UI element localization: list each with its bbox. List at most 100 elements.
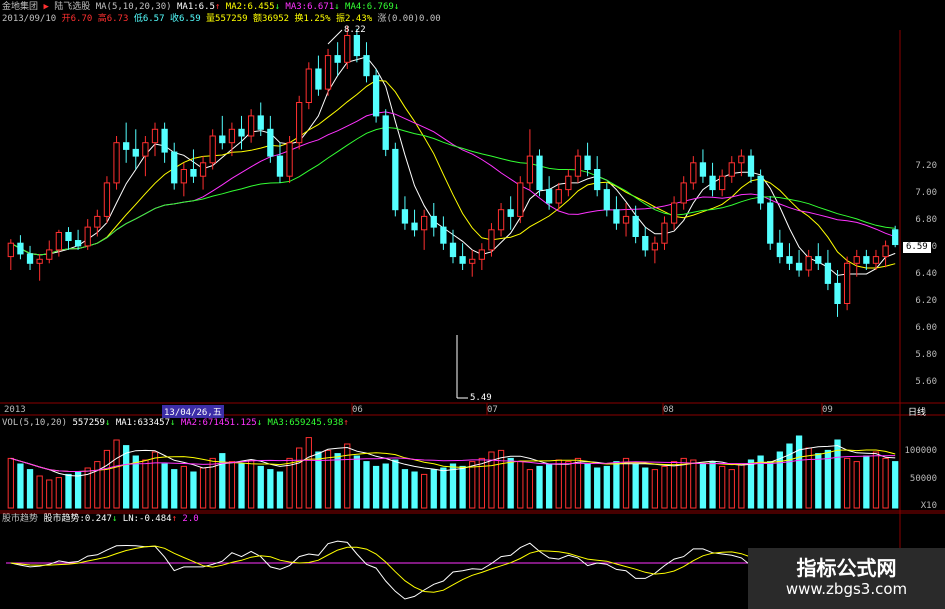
volume-bar: [526, 469, 534, 509]
candle-body: [180, 169, 187, 184]
volume-bar: [74, 471, 82, 509]
volume-bar: [795, 435, 803, 509]
candle-body: [757, 175, 764, 204]
candle-body: [545, 189, 553, 204]
candle-body: [584, 155, 591, 171]
volume-bar: [334, 453, 341, 509]
volume-bar: [103, 449, 111, 509]
candle-body: [209, 135, 216, 164]
candlesticks: [7, 26, 899, 317]
candle-body: [642, 236, 649, 251]
candle-body: [728, 162, 735, 177]
candle-body: [228, 128, 236, 144]
candle-body: [411, 222, 418, 231]
volume-bar: [161, 463, 168, 509]
candle-body: [344, 35, 351, 63]
volume-bar: [411, 471, 418, 509]
candle-body: [46, 249, 53, 260]
volume-bar: [430, 469, 437, 509]
candle-body: [622, 215, 630, 224]
candle-body: [238, 128, 245, 137]
candle-body: [305, 68, 312, 103]
volume-bar: [517, 461, 524, 509]
candle-body: [382, 115, 389, 150]
price-tick: 6.00: [915, 323, 937, 333]
candle-body: [613, 209, 620, 224]
volume-bar: [699, 463, 707, 509]
volume-bar: [17, 463, 24, 509]
volume-bar: [228, 461, 236, 509]
price-tick: 5.80: [915, 350, 937, 360]
candle-body: [190, 169, 197, 177]
volume-bar: [843, 457, 851, 509]
volume-bar: [449, 463, 457, 509]
candle-body: [286, 142, 293, 177]
volume-bar: [853, 461, 860, 509]
volume-bar: [46, 479, 53, 509]
candle-body: [247, 115, 255, 137]
watermark-url: www.zbgs3.com: [785, 580, 908, 598]
candle-body: [26, 253, 34, 264]
candle-body: [430, 215, 437, 228]
candle-body: [219, 135, 226, 144]
candle-body: [670, 202, 678, 224]
volume-bar: [767, 461, 774, 509]
candle-body: [171, 151, 178, 184]
candle-body: [353, 35, 361, 57]
volume-bar: [26, 469, 34, 509]
price-annotations: [327, 29, 468, 399]
candle-body: [747, 155, 755, 177]
candle-body: [421, 215, 428, 231]
candle-body: [257, 115, 264, 130]
candle-body: [565, 175, 572, 191]
volume-bar: [670, 461, 678, 509]
volume-bar: [142, 459, 149, 509]
volume-bar: [747, 459, 755, 509]
volume-bar: [651, 469, 659, 509]
candle-body: [574, 155, 582, 177]
volume-bar: [565, 461, 572, 509]
volume-bar: [392, 459, 399, 509]
volume-bar: [151, 451, 159, 509]
indicator-name[interactable]: 股市趋势: [2, 514, 38, 524]
volume-bar: [459, 465, 466, 509]
volume-bar: [469, 461, 476, 509]
volume-bar: [574, 457, 582, 509]
volume-bar: [372, 465, 380, 509]
volume-bar: [882, 457, 889, 509]
candle-body: [882, 245, 889, 258]
volume-bar: [363, 461, 370, 509]
vol-ma3: MA3:659245.938: [267, 418, 344, 428]
candle-body: [824, 262, 832, 284]
volume-bar: [690, 459, 697, 509]
candle-body: [449, 242, 457, 258]
candle-body: [324, 55, 332, 90]
volume-bar: [353, 455, 361, 509]
volume-header: VOL(5,10,20) 557259↓ MA1:633457↓ MA2:671…: [2, 418, 349, 428]
candle-body: [132, 148, 139, 157]
candle-body: [478, 249, 485, 260]
watermark-title: 指标公式网: [796, 556, 897, 580]
candle-body: [334, 55, 341, 63]
candle-body: [786, 256, 793, 264]
price-tick: 7.20: [915, 161, 937, 171]
volume-bar: [190, 471, 197, 509]
candle-body: [469, 258, 476, 264]
period-label[interactable]: 日线: [908, 405, 926, 418]
volume-bar: [738, 463, 745, 509]
candle-body: [892, 229, 899, 246]
candle-body: [296, 102, 303, 144]
volume-bar: [36, 475, 43, 509]
volume-bar: [238, 463, 245, 509]
volume-bar: [65, 473, 72, 509]
low-annotation: 5.49: [470, 393, 492, 403]
volume-bar: [603, 465, 610, 509]
candle-body: [123, 142, 130, 150]
candle-body: [834, 282, 841, 304]
date-month: 08: [663, 405, 674, 415]
volume-bars: [7, 435, 899, 509]
watermark: 指标公式网 www.zbgs3.com: [748, 548, 945, 609]
candle-body: [526, 155, 534, 184]
volume-bar: [545, 463, 553, 509]
volume-bar: [661, 465, 668, 509]
